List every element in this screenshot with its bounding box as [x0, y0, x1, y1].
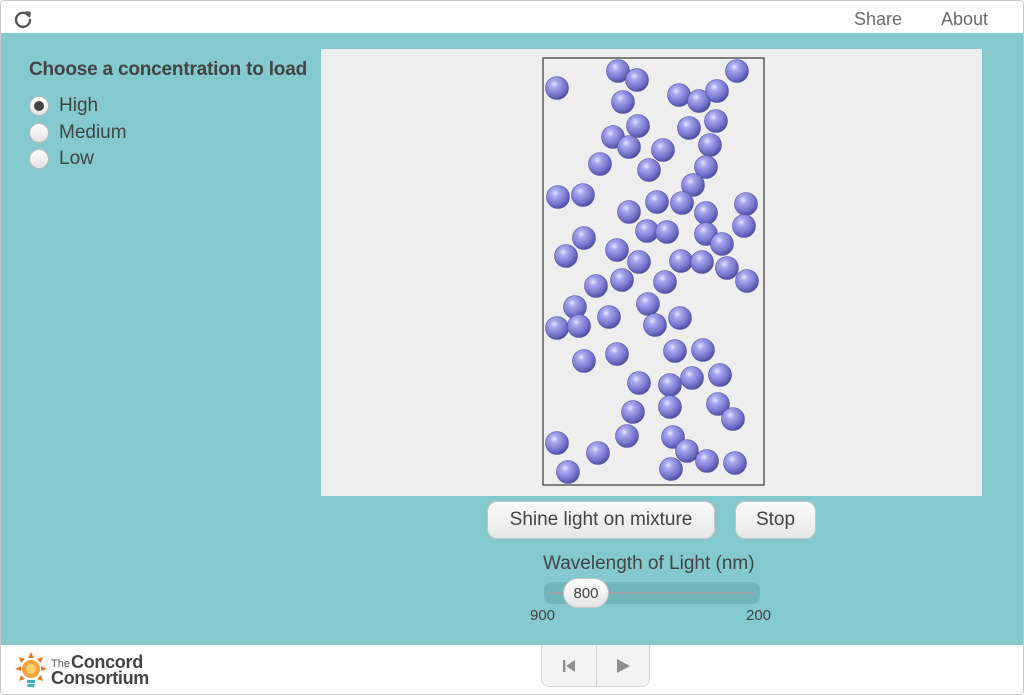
particle: [651, 138, 675, 162]
particle: [694, 201, 718, 225]
particle: [655, 220, 679, 244]
particle: [605, 342, 629, 366]
particle: [627, 250, 651, 274]
simulation-area: Choose a concentration to load High Medi…: [1, 33, 1023, 645]
particle: [658, 373, 682, 397]
radio-low[interactable]: Low: [29, 146, 314, 173]
radio-button-medium[interactable]: [29, 122, 49, 143]
radio-high[interactable]: High: [29, 93, 314, 120]
reload-icon[interactable]: [13, 9, 33, 29]
play-icon: [616, 659, 630, 673]
wavelength-slider-handle[interactable]: 800: [563, 578, 609, 608]
shine-light-button[interactable]: Shine light on mixture: [487, 501, 715, 539]
wavelength-slider-title: Wavelength of Light (nm): [543, 553, 755, 574]
particle: [675, 439, 699, 463]
particle: [636, 292, 660, 316]
radio-label-medium: Medium: [59, 121, 127, 143]
particle: [625, 68, 649, 92]
particle: [715, 256, 739, 280]
particle: [605, 238, 629, 262]
particle: [617, 200, 641, 224]
concentration-panel: Choose a concentration to load High Medi…: [29, 59, 314, 173]
particle: [659, 457, 683, 481]
app-frame: Share About Choose a concentration to lo…: [0, 0, 1024, 695]
stop-button[interactable]: Stop: [735, 501, 816, 539]
particle: [723, 451, 747, 475]
particle: [668, 306, 692, 330]
concentration-title: Choose a concentration to load: [29, 59, 307, 80]
radio-label-high: High: [59, 95, 99, 117]
radio-button-high[interactable]: [29, 96, 49, 117]
particle: [597, 305, 621, 329]
particle: [645, 190, 669, 214]
particle: [571, 183, 595, 207]
bottom-bar: The Concord Consortium: [1, 645, 1023, 694]
step-back-icon: [562, 660, 575, 672]
lightbulb-logo-icon: [15, 652, 47, 687]
logo-text-consortium: Consortium: [51, 668, 149, 688]
top-bar: Share About: [1, 1, 1023, 33]
play-button[interactable]: [595, 645, 650, 687]
particle: [615, 424, 639, 448]
particle: [637, 158, 661, 182]
particle: [677, 116, 701, 140]
particle: [546, 185, 570, 209]
particle: [611, 90, 635, 114]
particle: [545, 431, 569, 455]
playback-controls: [541, 645, 650, 687]
particle: [698, 133, 722, 157]
particle: [695, 449, 719, 473]
particle: [680, 366, 704, 390]
particle: [643, 313, 667, 337]
particle: [572, 349, 596, 373]
particle: [610, 268, 634, 292]
slider-min-label: 900: [530, 607, 556, 624]
particle: [670, 191, 694, 215]
particle: [545, 76, 569, 100]
particle: [725, 59, 749, 83]
particle: [621, 400, 645, 424]
radio-label-low: Low: [59, 148, 94, 170]
particle: [734, 192, 758, 216]
particle: [627, 371, 651, 395]
particle: [635, 219, 659, 243]
particle: [626, 114, 650, 138]
radio-button-low[interactable]: [29, 149, 49, 170]
particle: [732, 214, 756, 238]
share-link[interactable]: Share: [854, 9, 902, 30]
radio-medium[interactable]: Medium: [29, 120, 314, 147]
particle: [584, 274, 608, 298]
about-link[interactable]: About: [941, 9, 988, 30]
particle: [556, 460, 580, 484]
particle: [663, 339, 687, 363]
particle: [667, 83, 691, 107]
particle: [669, 249, 693, 273]
model-view: [321, 49, 982, 496]
particle-group: [545, 59, 759, 484]
particle: [617, 135, 641, 159]
step-back-button[interactable]: [542, 645, 596, 687]
particle: [690, 250, 714, 274]
particle: [735, 269, 759, 293]
particle: [567, 314, 591, 338]
model-canvas: [542, 57, 765, 486]
particle: [708, 363, 732, 387]
particle: [653, 270, 677, 294]
particle: [586, 441, 610, 465]
particle: [721, 407, 745, 431]
slider-max-label: 200: [746, 607, 772, 624]
particle: [545, 316, 569, 340]
particle: [710, 232, 734, 256]
particle: [588, 152, 612, 176]
particle: [705, 79, 729, 103]
particle: [572, 226, 596, 250]
particle: [704, 109, 728, 133]
concord-consortium-logo[interactable]: The Concord Consortium: [13, 650, 153, 692]
particle: [554, 244, 578, 268]
particle: [658, 395, 682, 419]
particle: [691, 338, 715, 362]
